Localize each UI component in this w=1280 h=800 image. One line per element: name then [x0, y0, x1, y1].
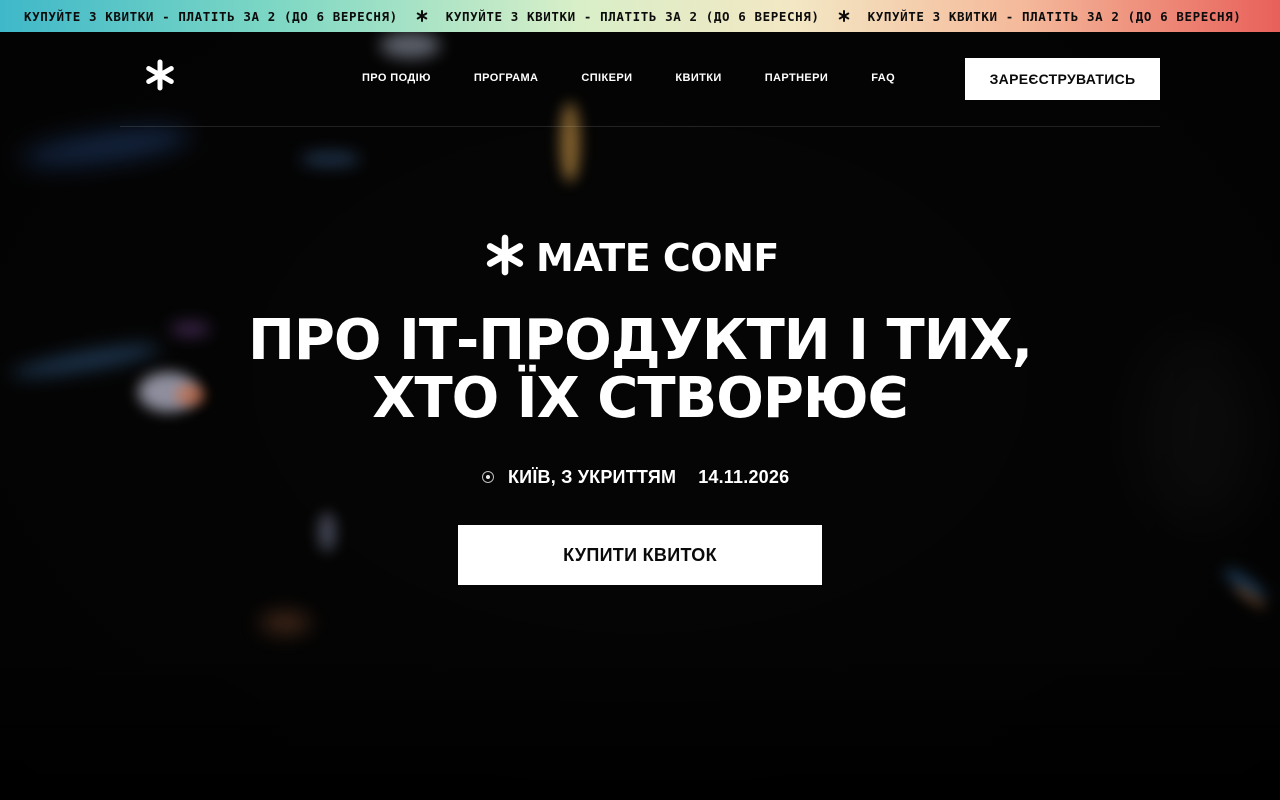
register-button[interactable]: ЗАРЕЄСТРУВАТИСЬ	[965, 58, 1160, 100]
promo-text: КУПУЙТЕ 3 КВИТКИ - ПЛАТІТЬ ЗА 2 (ДО 6 ВЕ…	[867, 8, 1242, 24]
site-header: ПРО ПОДІЮ ПРОГРАМА СПІКЕРИ КВИТКИ ПАРТНЕ…	[120, 32, 1160, 127]
headline-line-1: ПРО ІТ-ПРОДУКТИ І ТИХ,	[247, 308, 1033, 373]
event-meta: КИЇВ, З УКРИТТЯМ 14.11.2026	[482, 466, 789, 488]
promo-ticker: КУПУЙТЕ 3 КВИТКИ - ПЛАТІТЬ ЗА 2 (ДО 6 ВЕ…	[0, 0, 1280, 32]
bottom-fade	[0, 640, 1280, 800]
nav-item-faq[interactable]: FAQ	[871, 72, 895, 84]
nav-item-program[interactable]: ПРОГРАМА	[474, 72, 539, 84]
main-nav: ПРО ПОДІЮ ПРОГРАМА СПІКЕРИ КВИТКИ ПАРТНЕ…	[362, 72, 938, 84]
brand-logo: MATE CONF	[484, 234, 779, 281]
promo-text: КУПУЙТЕ 3 КВИТКИ - ПЛАТІТЬ ЗА 2 (ДО 6 ВЕ…	[445, 8, 820, 24]
promo-text: КУПУЙТЕ 3 КВИТКИ - ПЛАТІТЬ ЗА 2 (ДО 6 ВЕ…	[24, 8, 398, 24]
nav-item-partners[interactable]: ПАРТНЕРИ	[765, 72, 829, 84]
nav-item-speakers[interactable]: СПІКЕРИ	[581, 72, 632, 84]
nav-item-tickets[interactable]: КВИТКИ	[675, 72, 721, 84]
buy-ticket-button[interactable]: КУПИТИ КВИТОК	[458, 525, 822, 585]
asterisk-icon	[484, 234, 526, 281]
event-date: 14.11.2026	[698, 466, 790, 487]
asterisk-icon	[820, 10, 868, 22]
hero-headline: ПРО ІТ-ПРОДУКТИ І ТИХ, ХТО ЇХ СТВОРЮЄ	[140, 312, 1140, 428]
nav-item-about[interactable]: ПРО ПОДІЮ	[362, 72, 431, 84]
headline-line-2: ХТО ЇХ СТВОРЮЄ	[372, 366, 908, 431]
asterisk-logo-icon[interactable]	[144, 59, 176, 91]
brand-name: MATE CONF	[536, 235, 779, 280]
location-dot-icon	[482, 471, 494, 483]
asterisk-icon	[398, 10, 446, 22]
event-location: КИЇВ, З УКРИТТЯМ	[508, 466, 677, 487]
